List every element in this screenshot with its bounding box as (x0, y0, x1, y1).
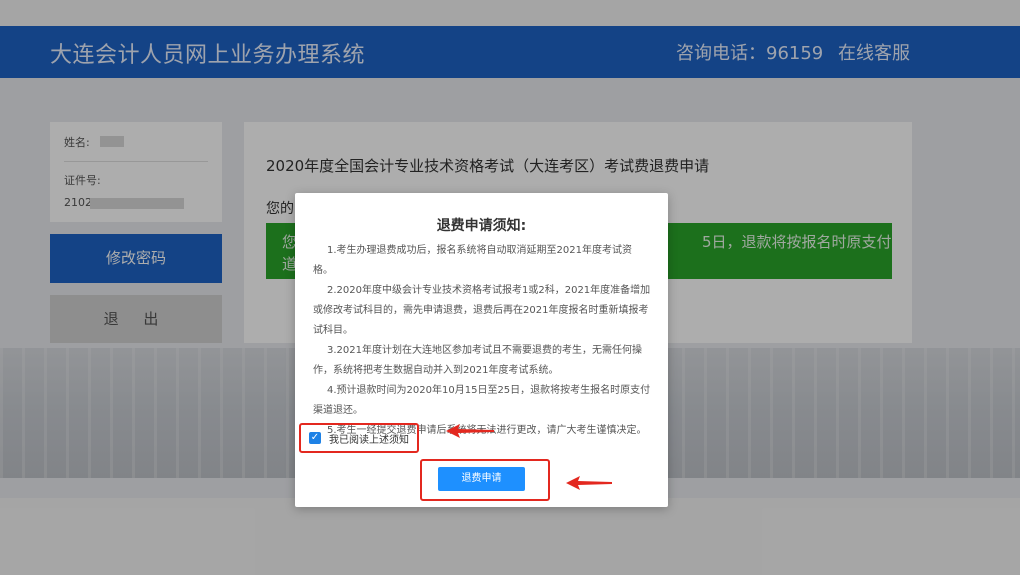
notice-item: 3.2021年度计划在大连地区参加考试且不需要退费的考生，无需任何操作，系统将把… (313, 345, 642, 376)
checkbox-highlight-box (299, 423, 419, 453)
annotation-arrow-icon (446, 424, 494, 438)
notice-list: 1.考生办理退费成功后，报名系统将自动取消延期至2021年度考试资格。 2.20… (313, 241, 651, 441)
notice-item: 2.2020年度中级会计专业技术资格考试报考1或2科，2021年度准备增加或修改… (313, 285, 651, 336)
notice-item: 1.考生办理退费成功后，报名系统将自动取消延期至2021年度考试资格。 (313, 245, 632, 276)
notice-item: 4.预计退款时间为2020年10月15日至25日，退款将按考生报名时原支付渠道退… (313, 385, 651, 416)
button-highlight-box (420, 459, 550, 501)
dialog-title: 退费申请须知: (436, 218, 527, 234)
annotation-arrow-icon (566, 476, 612, 490)
